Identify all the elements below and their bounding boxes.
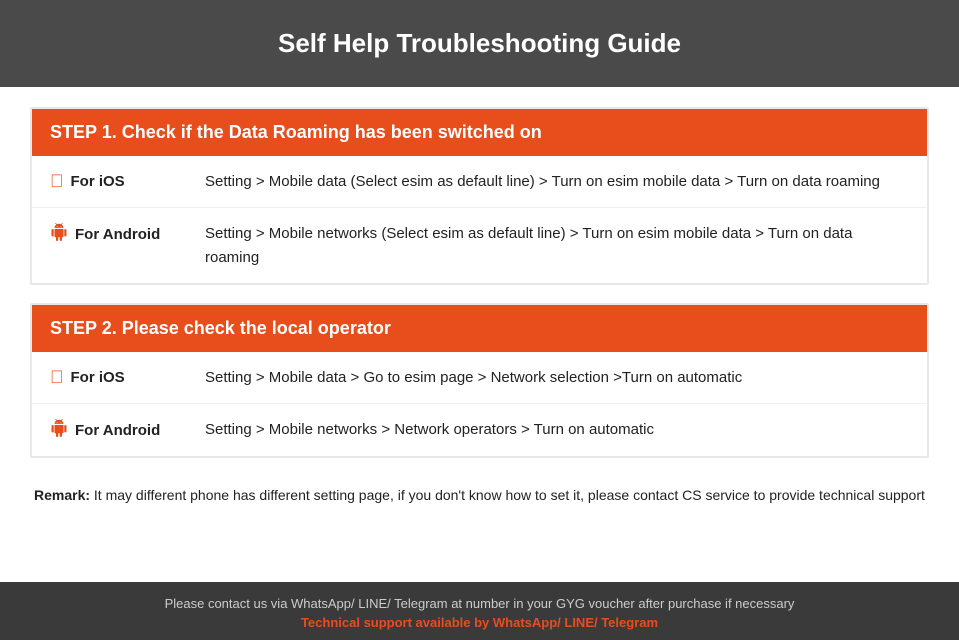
step1-body:  For iOS Setting > Mobile data (Select … [32, 156, 927, 283]
step2-android-text: Setting > Mobile networks > Network oper… [205, 418, 909, 441]
step1-android-text: Setting > Mobile networks (Select esim a… [205, 222, 909, 269]
remark-body: It may different phone has different set… [90, 487, 925, 503]
step1-android-label: For Android [50, 222, 205, 246]
footer-support-text: Technical support available by WhatsApp/… [20, 615, 939, 630]
remark-text: Remark: It may different phone has diffe… [34, 484, 925, 506]
step2-body:  For iOS Setting > Mobile data > Go to … [32, 352, 927, 456]
step1-android-row: For Android Setting > Mobile networks (S… [32, 208, 927, 283]
android-icon [50, 223, 68, 246]
step1-section: STEP 1. Check if the Data Roaming has be… [30, 107, 929, 285]
page-header: Self Help Troubleshooting Guide [0, 0, 959, 87]
remark-label: Remark: [34, 487, 90, 503]
step2-ios-text: Setting > Mobile data > Go to esim page … [205, 366, 909, 389]
android-icon-2 [50, 419, 68, 442]
page-title: Self Help Troubleshooting Guide [20, 28, 939, 59]
remark-section: Remark: It may different phone has diffe… [30, 476, 929, 520]
step1-ios-label:  For iOS [50, 170, 205, 192]
step1-ios-text: Setting > Mobile data (Select esim as de… [205, 170, 909, 193]
step2-section: STEP 2. Please check the local operator … [30, 303, 929, 458]
step1-header: STEP 1. Check if the Data Roaming has be… [32, 109, 927, 156]
footer-main-text: Please contact us via WhatsApp/ LINE/ Te… [20, 596, 939, 611]
step2-header: STEP 2. Please check the local operator [32, 305, 927, 352]
step2-android-label: For Android [50, 418, 205, 442]
apple-icon:  [50, 171, 64, 192]
step1-ios-row:  For iOS Setting > Mobile data (Select … [32, 156, 927, 208]
step2-ios-row:  For iOS Setting > Mobile data > Go to … [32, 352, 927, 404]
step2-ios-label:  For iOS [50, 366, 205, 388]
apple-icon-2:  [50, 367, 64, 388]
page-footer: Please contact us via WhatsApp/ LINE/ Te… [0, 582, 959, 640]
step2-android-row: For Android Setting > Mobile networks > … [32, 404, 927, 456]
step2-heading: STEP 2. Please check the local operator [50, 318, 391, 338]
main-content: STEP 1. Check if the Data Roaming has be… [0, 87, 959, 582]
step1-heading: STEP 1. Check if the Data Roaming has be… [50, 122, 542, 142]
